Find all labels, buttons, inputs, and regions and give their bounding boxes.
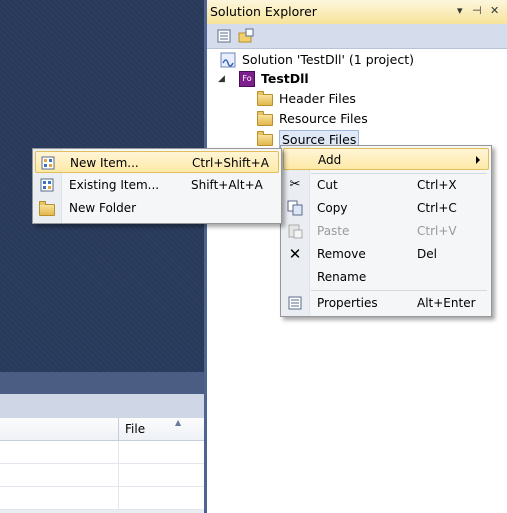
menu-item-remove[interactable]: ✕ Remove Del xyxy=(283,243,489,265)
remove-icon: ✕ xyxy=(288,245,302,263)
submenu-arrow-icon xyxy=(476,156,480,164)
folder-icon xyxy=(257,111,273,126)
show-all-files-button[interactable] xyxy=(237,27,255,45)
solution-icon xyxy=(220,52,236,68)
menu-item-label: Rename xyxy=(317,270,367,284)
menu-item-existing-item[interactable]: Existing Item... Shift+Alt+A xyxy=(35,174,279,196)
menu-item-label: Copy xyxy=(317,201,348,215)
tree-node-label: Resource Files xyxy=(279,111,368,126)
show-all-files-icon xyxy=(238,28,254,43)
tree-expanded-arrow-icon[interactable]: ◢ xyxy=(218,74,225,84)
context-menu: Add ✂ Cut Ctrl+X Copy Ctrl+C Paste Ctrl+… xyxy=(280,145,492,317)
tree-node-label: Solution 'TestDll' (1 project) xyxy=(242,52,414,67)
menu-item-new-folder[interactable]: New Folder xyxy=(35,197,279,219)
menu-item-shortcut: Alt+Enter xyxy=(417,296,476,310)
panel-title: Solution Explorer xyxy=(210,4,317,19)
tree-node-label: TestDll xyxy=(261,71,309,86)
menu-item-label: Properties xyxy=(317,296,378,310)
properties-icon xyxy=(288,296,302,310)
new-folder-icon xyxy=(39,201,55,216)
folder-icon xyxy=(257,131,273,146)
tree-node-label: Header Files xyxy=(279,91,356,106)
menu-item-copy[interactable]: Copy Ctrl+C xyxy=(283,197,489,219)
menu-item-add[interactable]: Add xyxy=(283,148,489,170)
table-row[interactable] xyxy=(0,441,204,464)
new-item-icon xyxy=(41,156,55,170)
menu-item-label: Existing Item... xyxy=(69,178,160,192)
table-row[interactable] xyxy=(0,464,204,487)
window-position-dropdown-icon[interactable]: ▾ xyxy=(457,4,463,17)
bottom-panel-toolbar xyxy=(0,394,204,418)
column-header-file-label: File xyxy=(125,422,146,436)
menu-item-new-item[interactable]: New Item... Ctrl+Shift+A xyxy=(35,151,279,173)
scissors-icon: ✂ xyxy=(289,177,301,192)
menu-item-label: New Item... xyxy=(70,156,139,170)
folder-icon xyxy=(257,91,273,106)
existing-item-icon xyxy=(40,178,54,192)
paste-icon xyxy=(288,224,303,239)
menu-item-label: Add xyxy=(318,153,342,167)
column-header-file[interactable]: File xyxy=(118,418,204,440)
menu-item-rename[interactable]: Rename xyxy=(283,266,489,288)
menu-item-shortcut: Ctrl+Shift+A xyxy=(192,156,269,170)
grid-header: File ▲ xyxy=(0,418,204,441)
menu-item-shortcut: Ctrl+X xyxy=(417,178,457,192)
menu-item-label: New Folder xyxy=(69,201,137,215)
menu-item-shortcut: Del xyxy=(417,247,437,261)
bottom-panel: File ▲ xyxy=(0,372,204,513)
menu-item-label: Remove xyxy=(317,247,366,261)
auto-hide-pin-icon[interactable]: ⊣ xyxy=(472,4,482,17)
menu-item-label: Cut xyxy=(317,178,338,192)
sort-arrow-icon: ▲ xyxy=(175,418,182,427)
table-row[interactable] xyxy=(0,487,204,510)
bottom-panel-titlebar[interactable] xyxy=(0,372,204,394)
properties-toolbar-button[interactable] xyxy=(215,27,233,45)
cpp-project-icon: Fo xyxy=(239,71,255,87)
menu-item-label: Paste xyxy=(317,224,350,238)
solution-explorer-titlebar[interactable]: Solution Explorer ▾ ⊣ ✕ xyxy=(207,0,507,25)
close-icon[interactable]: ✕ xyxy=(490,4,499,17)
add-submenu: New Item... Ctrl+Shift+A Existing Item..… xyxy=(32,148,282,224)
solution-explorer-toolbar xyxy=(207,24,507,49)
menu-item-cut[interactable]: ✂ Cut Ctrl+X xyxy=(283,174,489,196)
copy-icon xyxy=(287,200,303,216)
menu-item-shortcut: Ctrl+C xyxy=(417,201,457,215)
menu-item-shortcut: Ctrl+V xyxy=(417,224,457,238)
menu-item-properties[interactable]: Properties Alt+Enter xyxy=(283,292,489,314)
menu-item-paste[interactable]: Paste Ctrl+V xyxy=(283,220,489,242)
menu-item-shortcut: Shift+Alt+A xyxy=(191,178,263,192)
properties-icon xyxy=(217,29,231,43)
